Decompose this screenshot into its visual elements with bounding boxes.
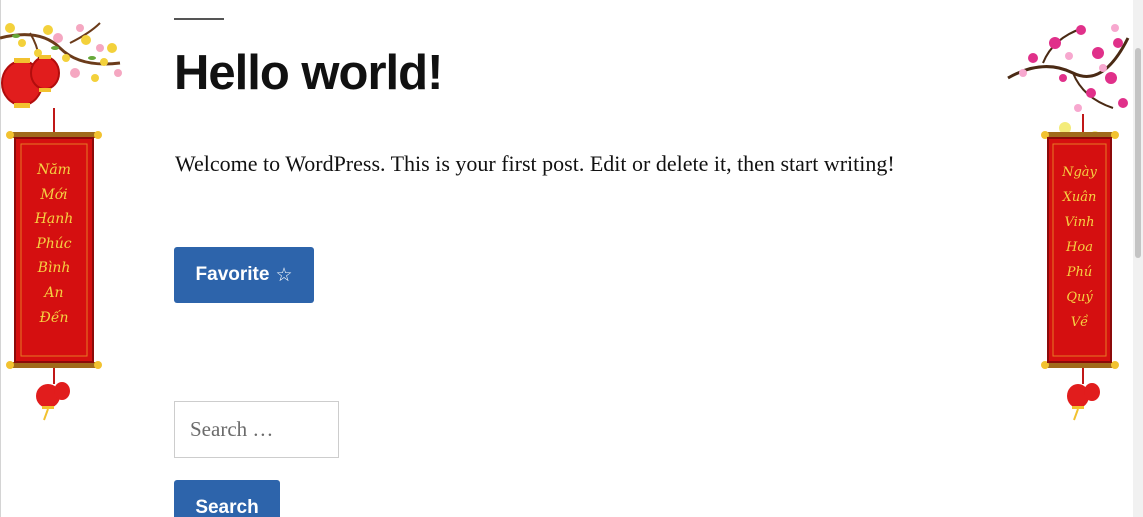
right-banner-text: Ngày Xuân Vinh Hoa Phú Quý Về (1048, 160, 1111, 335)
left-tet-decoration: Năm Mới Hạnh Phúc Bình An Đến (0, 18, 125, 428)
left-banner-line: An (44, 284, 64, 301)
right-banner-line: Vinh (1064, 215, 1095, 230)
right-banner-line: Quý (1066, 290, 1093, 305)
vertical-scrollbar[interactable] (1133, 0, 1143, 517)
favorite-button-label: Favorite (195, 264, 270, 285)
scrollbar-thumb[interactable] (1135, 48, 1141, 258)
right-banner-line: Ngày (1062, 165, 1097, 180)
left-banner-line: Mới (40, 186, 68, 203)
star-outline-icon: ☆ (275, 264, 293, 286)
left-banner-line: Năm (37, 162, 71, 178)
search-button[interactable]: Search (174, 480, 280, 517)
left-banner-line: Phúc (36, 235, 72, 252)
post-content: Welcome to WordPress. This is your first… (175, 151, 895, 176)
right-tet-decoration: Ngày Xuân Vinh Hoa Phú Quý Về (1003, 18, 1133, 428)
post-title: Hello world! (174, 46, 443, 100)
left-banner-text: Năm Mới Hạnh Phúc Bình An Đến (15, 158, 93, 330)
search-input[interactable] (174, 401, 339, 458)
right-banner-line: Xuân (1062, 190, 1097, 205)
right-banner-line: Về (1070, 315, 1089, 330)
left-banner-line: Đến (39, 309, 69, 326)
right-banner-line: Phú (1066, 265, 1093, 280)
favorite-button[interactable]: Favorite ☆ (174, 247, 314, 303)
title-separator (174, 18, 224, 20)
right-banner-line: Hoa (1066, 240, 1093, 255)
left-banner-line: Bình (37, 260, 71, 277)
left-banner-line: Hạnh (34, 211, 74, 228)
